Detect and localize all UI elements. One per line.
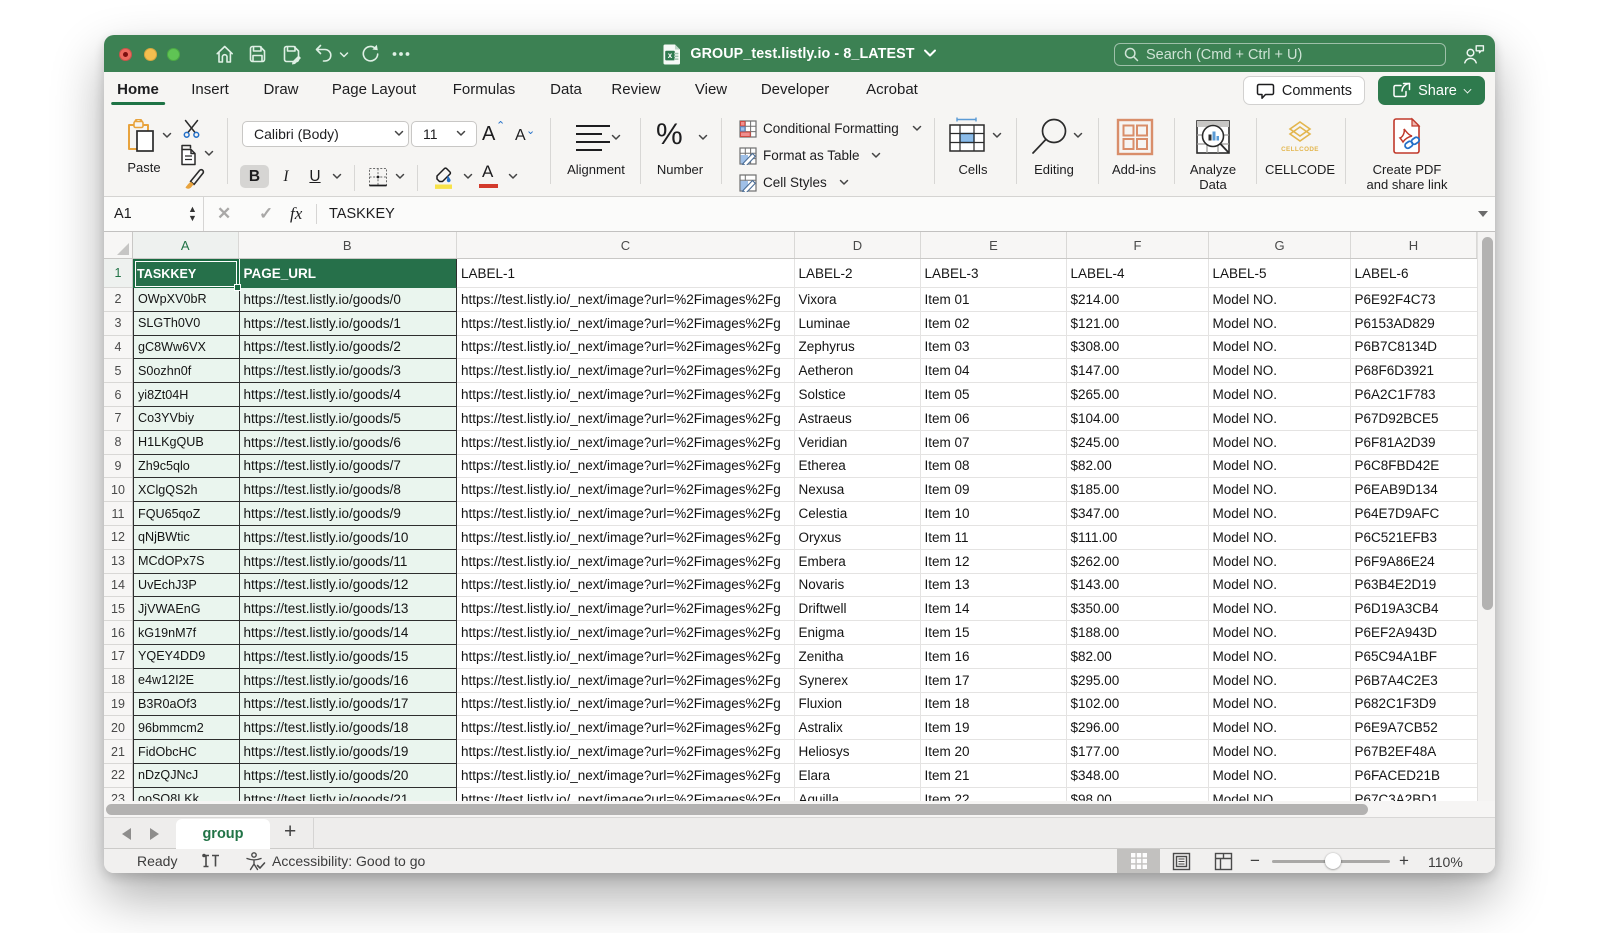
svg-text:x: x	[668, 51, 673, 60]
svg-text:CELLCODE: CELLCODE	[1281, 146, 1319, 153]
